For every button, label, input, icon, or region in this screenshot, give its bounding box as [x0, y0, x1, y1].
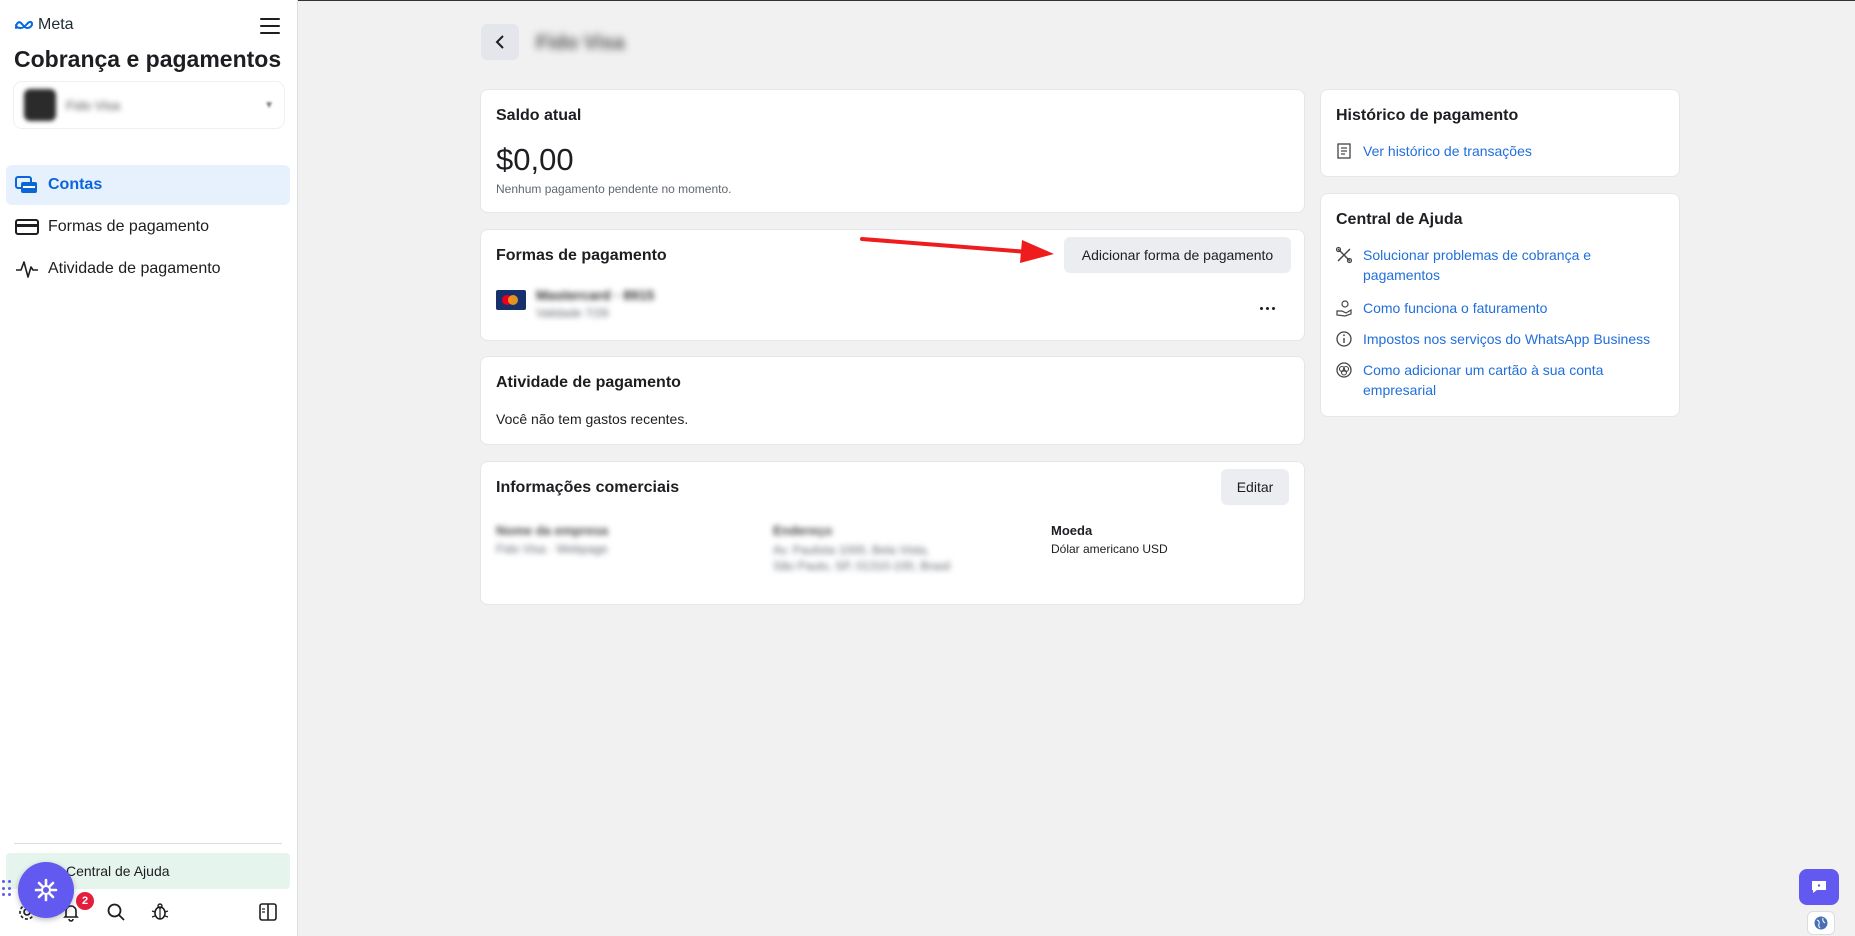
balance-card: Saldo atual $0,00 Nenhum pagamento pende…: [480, 89, 1305, 213]
payment-history-card: Histórico de pagamento Ver histórico de …: [1320, 89, 1680, 177]
sidebar-item-label: Contas: [48, 176, 103, 193]
business-name-value: Fido Visa · Webpage: [496, 542, 608, 556]
sidebar-divider: [14, 843, 282, 844]
drag-handle-icon[interactable]: [2, 880, 12, 898]
bug-report-icon[interactable]: [147, 899, 173, 925]
chevron-left-icon: [495, 35, 504, 49]
chevron-down-icon: ▼: [264, 99, 274, 111]
card-name: Mastercard · 8915: [536, 287, 655, 303]
payment-methods-title: Formas de pagamento: [496, 247, 667, 264]
panel-toggle-icon[interactable]: [255, 899, 281, 925]
accounts-icon: [14, 175, 40, 195]
activity-pulse-icon: [14, 259, 40, 279]
sparkle-icon: [34, 878, 58, 902]
currency-label: Moeda: [1051, 523, 1093, 538]
sidebar: Meta Cobrança e pagamentos Fido Visa ▼ C…: [0, 0, 298, 936]
balance-note: Nenhum pagamento pendente no momento.: [496, 182, 732, 196]
help-link-row[interactable]: Como funciona o faturamento: [1335, 298, 1655, 318]
business-info-title: Informações comerciais: [496, 479, 680, 496]
currency-value: Dólar americano USD: [1051, 542, 1168, 556]
search-icon[interactable]: [103, 899, 129, 925]
help-link-row[interactable]: Impostos nos serviços do WhatsApp Busine…: [1335, 329, 1655, 349]
help-link-add-card[interactable]: Como adicionar um cartão à sua conta emp…: [1363, 360, 1655, 400]
account-avatar: [24, 89, 56, 121]
hand-coin-icon: [1336, 300, 1352, 317]
sidebar-nav: Contas Formas de pagamento Atividade de …: [6, 165, 290, 291]
view-transactions-link[interactable]: Ver histórico de transações: [1363, 141, 1532, 161]
chat-icon: [1812, 881, 1826, 893]
annotation-arrow-icon: [860, 237, 1054, 263]
receipt-icon: [1337, 143, 1351, 159]
help-link-troubleshoot[interactable]: Solucionar problemas de cobrança e pagam…: [1363, 245, 1655, 285]
view-transactions-row[interactable]: Ver histórico de transações: [1335, 141, 1532, 161]
mastercard-logo-icon: [496, 290, 526, 310]
help-link-row[interactable]: Como adicionar um cartão à sua conta emp…: [1335, 360, 1655, 400]
payment-activity-card: Atividade de pagamento Você não tem gast…: [480, 356, 1305, 445]
info-icon: [1336, 331, 1352, 347]
meta-infinity-icon: [15, 20, 34, 30]
help-link-billing[interactable]: Como funciona o faturamento: [1363, 298, 1547, 318]
edit-button[interactable]: Editar: [1221, 469, 1289, 505]
meta-logo[interactable]: Meta: [14, 16, 74, 34]
payment-activity-title: Atividade de pagamento: [496, 374, 681, 391]
payment-activity-empty: Você não tem gastos recentes.: [496, 411, 689, 427]
back-button[interactable]: [481, 24, 519, 60]
sidebar-item-atividade-de-pagamento[interactable]: Atividade de pagamento: [6, 249, 290, 289]
account-selector[interactable]: Fido Visa ▼: [14, 82, 284, 128]
help-center-title: Central de Ajuda: [1336, 211, 1463, 228]
globe-icon: [1814, 916, 1828, 930]
help-link-taxes[interactable]: Impostos nos serviços do WhatsApp Busine…: [1363, 329, 1650, 349]
card-expiry: Validade 7/28: [536, 306, 609, 320]
hamburger-menu-icon[interactable]: [260, 16, 280, 36]
business-address-label: Endereço: [773, 523, 833, 538]
notification-badge: 2: [76, 892, 94, 910]
tools-icon: [1335, 246, 1353, 264]
assistant-fab-button[interactable]: [18, 862, 74, 918]
business-info-card: Informações comerciais Editar Nome da em…: [480, 461, 1305, 605]
business-address-value: Av. Paulista 1000, Bela Vista, São Paulo…: [773, 543, 951, 573]
brand-name: Meta: [38, 16, 74, 33]
card-settings-icon: [1336, 362, 1352, 378]
more-options-icon[interactable]: [1251, 298, 1283, 318]
help-center-card: Central de Ajuda Solucionar problemas de…: [1320, 193, 1680, 417]
payment-history-title: Histórico de pagamento: [1336, 107, 1519, 124]
sidebar-item-formas-de-pagamento[interactable]: Formas de pagamento: [6, 207, 290, 247]
sidebar-item-contas[interactable]: Contas: [6, 165, 290, 205]
section-title: Cobrança e pagamentos: [14, 46, 282, 72]
balance-amount: $0,00: [496, 142, 574, 177]
account-name: Fido Visa: [66, 97, 120, 113]
chat-support-button[interactable]: [1799, 869, 1839, 905]
business-name-label: Nome da empresa: [496, 523, 608, 538]
credit-card-icon: [14, 217, 40, 237]
sidebar-item-label: Atividade de pagamento: [48, 260, 221, 277]
language-globe-button[interactable]: [1807, 911, 1835, 935]
help-link-row[interactable]: Solucionar problemas de cobrança e pagam…: [1335, 245, 1655, 285]
page-title: Fido Visa: [536, 32, 625, 54]
add-payment-method-button[interactable]: Adicionar forma de pagamento: [1064, 237, 1291, 273]
balance-title: Saldo atual: [496, 107, 582, 124]
sidebar-item-label: Formas de pagamento: [48, 218, 209, 235]
